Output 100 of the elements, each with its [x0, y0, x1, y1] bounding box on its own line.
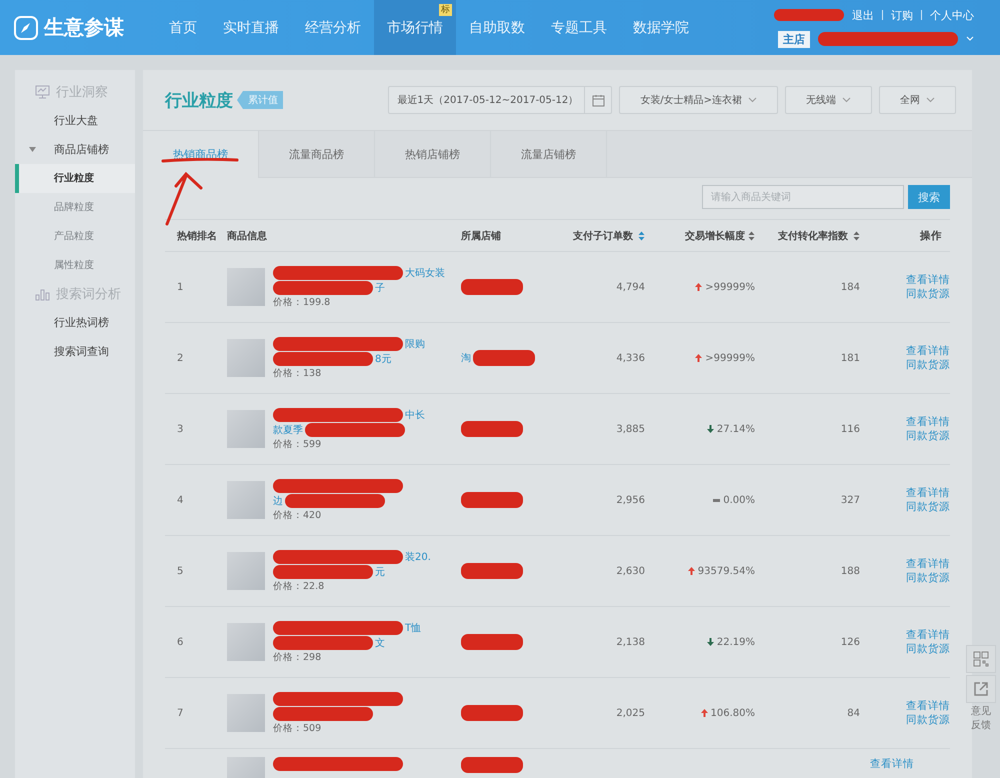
- action-link[interactable]: 查看详情: [906, 557, 950, 571]
- sort-icon[interactable]: [748, 230, 755, 240]
- nav-tab[interactable]: 自助取数: [456, 0, 538, 55]
- sidebar-item[interactable]: 行业热词榜: [15, 308, 135, 337]
- sidebar-item[interactable]: 行业大盘: [15, 106, 135, 135]
- sidebar-item[interactable]: 商品店铺榜: [15, 135, 135, 164]
- order-count: 2,025: [616, 708, 645, 718]
- action-link[interactable]: 同款货源: [906, 429, 950, 443]
- up-arrow-icon: [688, 567, 695, 575]
- sidebar-subitem[interactable]: 产品粒度: [15, 222, 135, 251]
- product-title-fragment[interactable]: 元: [375, 564, 385, 578]
- rank-number: 2: [177, 352, 184, 364]
- feedback-link[interactable]: 意见反馈: [966, 705, 996, 733]
- header-link[interactable]: 个人中心: [930, 8, 974, 22]
- monitor-icon: [35, 85, 50, 99]
- growth-rate: 93579.54%: [698, 566, 755, 576]
- action-link[interactable]: 同款货源: [906, 287, 950, 301]
- tab[interactable]: 流量商品榜: [259, 131, 375, 177]
- action-link[interactable]: 查看详情: [906, 415, 950, 429]
- nav-tab[interactable]: 专题工具: [538, 0, 620, 55]
- action-link[interactable]: 查看详情: [906, 344, 950, 358]
- rank-number: 3: [177, 424, 184, 434]
- new-badge: 标: [439, 4, 452, 16]
- conversion-index: 126: [840, 636, 860, 648]
- redaction-mark: [461, 279, 523, 295]
- calendar-icon: [592, 94, 605, 106]
- product-title-fragment[interactable]: 款夏季: [273, 422, 303, 436]
- sidebar-subitem[interactable]: 属性粒度: [15, 251, 135, 280]
- product-title-fragment[interactable]: 中长: [405, 408, 425, 422]
- photo-placeholder: [227, 623, 265, 661]
- action-link[interactable]: 查看详情: [870, 757, 914, 771]
- up-arrow-icon: [700, 709, 708, 717]
- action-link[interactable]: 同款货源: [906, 358, 950, 372]
- product-price: 价格：199.8: [273, 296, 332, 308]
- product-title-fragment[interactable]: 子: [375, 280, 385, 294]
- app-logo-text: 生意参谋: [44, 14, 124, 41]
- product-title-fragment[interactable]: 边: [273, 494, 283, 508]
- nav-tab[interactable]: 数据学院: [620, 0, 702, 55]
- page-title: 行业粒度: [165, 90, 233, 112]
- rank-number: 1: [177, 282, 184, 292]
- expanded-triangle-icon[interactable]: [29, 147, 36, 152]
- shop-name-fragment[interactable]: 淘: [461, 351, 471, 365]
- header-link[interactable]: 退出: [852, 8, 874, 22]
- photo-placeholder: [227, 481, 265, 519]
- product-title-fragment[interactable]: 大码女装: [405, 266, 445, 280]
- photo-placeholder: [227, 694, 265, 732]
- sidebar-subitem[interactable]: 行业粒度: [15, 164, 135, 193]
- bar-chart-icon: [35, 287, 50, 301]
- dropdown[interactable]: 无线端: [785, 86, 872, 114]
- rank-number: 5: [177, 566, 184, 576]
- header-link[interactable]: 订购: [891, 8, 913, 22]
- tab[interactable]: 流量店铺榜: [491, 131, 607, 177]
- action-link[interactable]: 查看详情: [906, 273, 950, 287]
- column-header: 所属店铺: [461, 229, 501, 242]
- dropdown[interactable]: 女装/女士精品>连衣裙: [619, 86, 778, 114]
- sort-icon[interactable]: [853, 230, 860, 240]
- search-field[interactable]: 请输入商品关键词: [702, 185, 904, 209]
- action-link[interactable]: 同款货源: [906, 642, 950, 656]
- sidebar-item[interactable]: 搜索词查询: [15, 337, 135, 366]
- share-button[interactable]: [966, 675, 996, 703]
- growth-rate: 27.14%: [716, 424, 755, 434]
- product-price: 价格：599: [273, 438, 322, 450]
- product-price: 价格：420: [273, 508, 322, 522]
- share-icon: [973, 681, 989, 697]
- cumulative-tag: 累计值: [237, 91, 283, 109]
- product-title-fragment[interactable]: 8元: [375, 352, 392, 366]
- product-title-fragment[interactable]: T恤: [405, 620, 422, 634]
- conversion-index: 116: [840, 424, 860, 434]
- down-arrow-icon: [706, 638, 714, 646]
- conversion-index: 327: [840, 494, 860, 506]
- growth-rate: >99999%: [705, 352, 755, 364]
- product-title-fragment[interactable]: 文: [375, 636, 385, 650]
- photo-placeholder: [227, 339, 265, 377]
- rank-number: 4: [177, 494, 184, 506]
- redaction-mark: [461, 492, 523, 508]
- product-price: 价格：298: [273, 650, 322, 664]
- action-link[interactable]: 同款货源: [906, 571, 950, 585]
- action-link[interactable]: 查看详情: [906, 486, 950, 500]
- product-title-fragment[interactable]: 限购: [405, 336, 425, 350]
- conversion-index: 84: [847, 708, 860, 718]
- rank-number: 6: [177, 636, 184, 648]
- action-link[interactable]: 同款货源: [906, 500, 950, 514]
- column-header: 交易增长幅度: [685, 229, 745, 242]
- nav-tab[interactable]: 经营分析: [292, 0, 374, 55]
- date-range-picker[interactable]: 最近1天（2017-05-12~2017-05-12）: [388, 86, 612, 114]
- product-title-fragment[interactable]: 装20.: [405, 550, 431, 564]
- order-count: 2,630: [616, 566, 645, 576]
- search-button[interactable]: 搜索: [908, 185, 950, 209]
- dropdown[interactable]: 全网: [879, 86, 956, 114]
- action-link[interactable]: 查看详情: [906, 628, 950, 642]
- nav-tab[interactable]: 实时直播: [210, 0, 292, 55]
- sort-icon[interactable]: [638, 230, 645, 240]
- photo-placeholder: [227, 410, 265, 448]
- nav-tab[interactable]: 首页: [156, 0, 210, 55]
- action-link[interactable]: 查看详情: [906, 699, 950, 713]
- action-link[interactable]: 同款货源: [906, 713, 950, 727]
- up-arrow-icon: [695, 283, 702, 291]
- tab[interactable]: 热销店铺榜: [375, 131, 491, 177]
- sidebar-subitem[interactable]: 品牌粒度: [15, 193, 135, 222]
- qr-code-button[interactable]: [966, 645, 996, 673]
